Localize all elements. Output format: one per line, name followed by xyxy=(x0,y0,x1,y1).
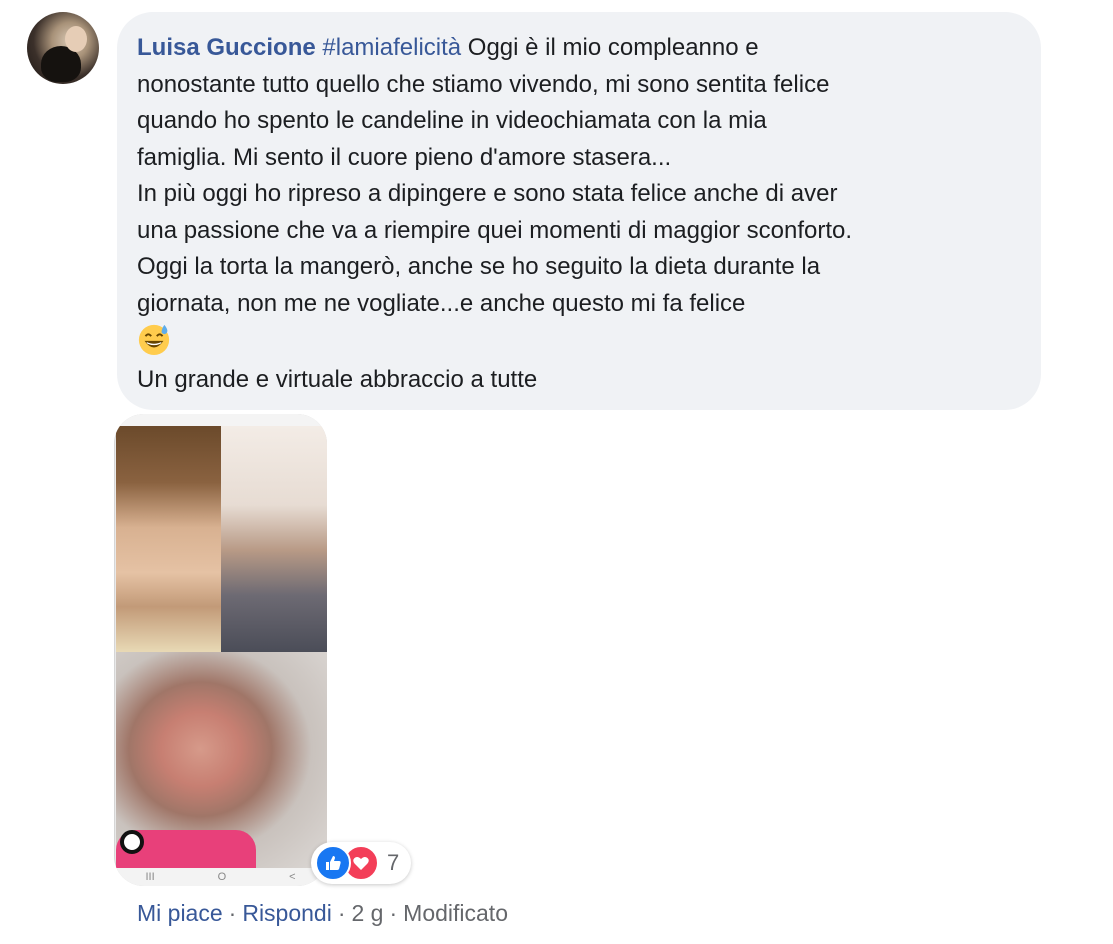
comment-line: Un grande e virtuale abbraccio a tutte xyxy=(137,365,538,393)
reply-button[interactable]: Rispondi xyxy=(242,900,332,926)
comment-actions: Mi piace · Rispondi · 2 g · Modificato xyxy=(137,900,508,927)
home-icon: O xyxy=(217,871,227,883)
comment-first-line: Luisa Guccione #lamiafelicità Oggi è il … xyxy=(137,30,1021,67)
like-reaction-icon xyxy=(315,845,351,881)
comment-line: In più oggi ho ripreso a dipingere e son… xyxy=(137,180,838,207)
reactions-summary[interactable]: 7 xyxy=(311,842,412,884)
comment-line: una passione che va a riempire quei mome… xyxy=(137,216,853,244)
comment-text-start: Oggi è il mio compleanno e xyxy=(461,34,759,61)
edited-label[interactable]: Modificato xyxy=(403,900,508,926)
grinning-sweat-emoji-icon xyxy=(138,324,170,356)
video-tile-family xyxy=(221,426,327,652)
phone-nav-bar: III O < xyxy=(114,868,327,886)
separator: · xyxy=(228,900,237,926)
phone-status-bar xyxy=(114,414,327,426)
emoji-line xyxy=(137,322,1021,362)
reaction-count: 7 xyxy=(387,850,400,875)
comment-photo[interactable]: III O < xyxy=(114,414,327,886)
record-circle-icon xyxy=(120,830,144,854)
comment-line: Oggi la torta la mangerò, anche se ho se… xyxy=(137,253,821,280)
avatar[interactable] xyxy=(27,12,99,84)
timestamp[interactable]: 2 g xyxy=(352,900,384,926)
video-tile-self xyxy=(116,652,327,868)
video-tile-woman-smiling xyxy=(116,426,221,652)
separator: · xyxy=(389,900,398,926)
comment-line: nonostante tutto quello che stiamo viven… xyxy=(137,70,830,98)
separator: · xyxy=(337,900,346,926)
like-button[interactable]: Mi piace xyxy=(137,900,223,926)
back-icon: < xyxy=(289,871,296,883)
comment-line: famiglia. Mi sento il cuore pieno d'amor… xyxy=(137,143,672,171)
comment-bubble: Luisa Guccione #lamiafelicità Oggi è il … xyxy=(117,12,1041,410)
author-name[interactable]: Luisa Guccione xyxy=(137,34,316,61)
comment: Luisa Guccione #lamiafelicità Oggi è il … xyxy=(0,0,1113,944)
hashtag-link[interactable]: #lamiafelicità xyxy=(322,34,461,61)
comment-line: giornata, non me ne vogliate...e anche q… xyxy=(137,289,746,317)
recent-apps-icon: III xyxy=(145,871,155,883)
comment-line: quando ho spento le candeline in videoch… xyxy=(137,107,767,134)
avatar-face-shape xyxy=(65,26,87,52)
